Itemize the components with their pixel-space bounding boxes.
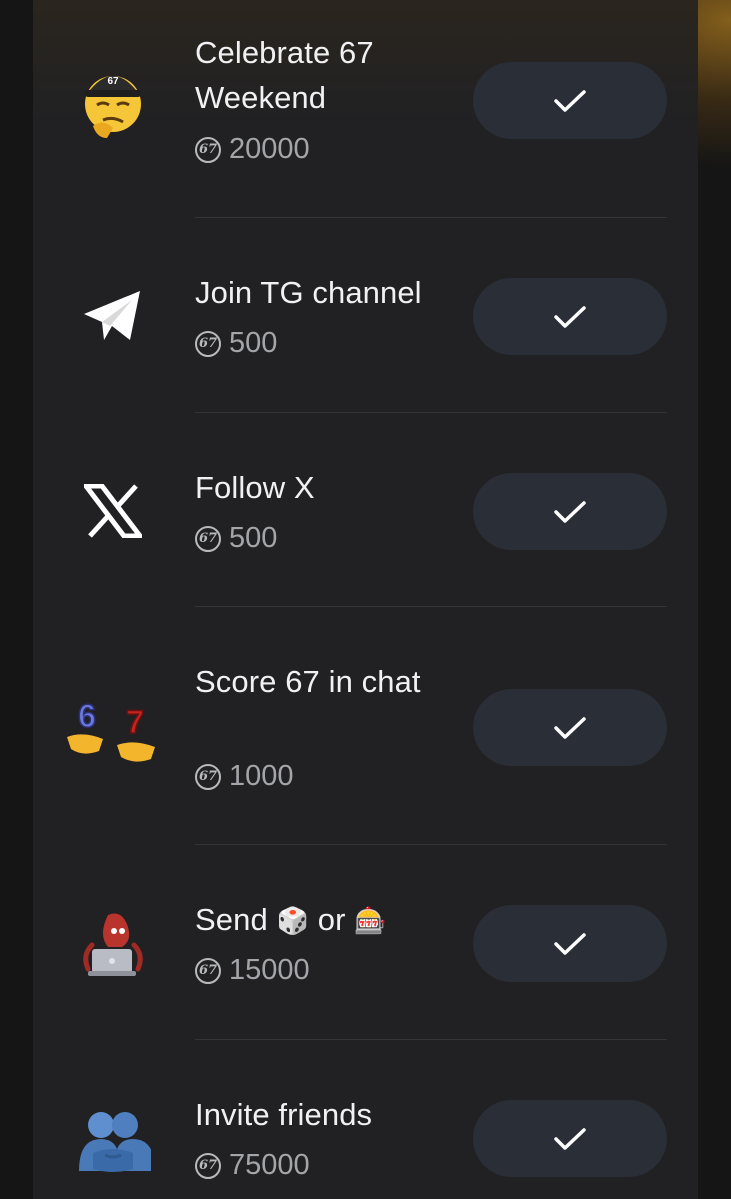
- check-icon: [554, 716, 586, 739]
- coin-icon: 67: [195, 330, 221, 357]
- reward-amount: 500: [229, 326, 278, 359]
- svg-text:6: 6: [78, 698, 96, 734]
- coin-icon: 67: [195, 525, 221, 552]
- title-text-or: or: [317, 902, 346, 937]
- tasks-panel: [33, 0, 698, 1199]
- divider: [195, 217, 667, 218]
- task-reward: 67 75000: [195, 1147, 310, 1183]
- task-reward: 67 500: [195, 325, 277, 361]
- task-title: Send 🎲 or 🎰: [195, 897, 465, 944]
- reward-amount: 500: [229, 521, 278, 554]
- tasks-screen: 67 Celebrate 67 Weekend 67 20000 Join TG…: [0, 0, 731, 1199]
- check-icon: [554, 1127, 586, 1150]
- slot-machine-icon: 🎰: [354, 906, 387, 937]
- check-icon: [554, 89, 586, 112]
- telegram-icon: [73, 276, 153, 356]
- reward-amount: 1000: [229, 759, 294, 792]
- coin-icon: 67: [195, 1152, 221, 1179]
- task-complete-button[interactable]: [473, 473, 667, 550]
- x-logo-icon: [73, 471, 153, 551]
- reward-amount: 20000: [229, 132, 310, 165]
- task-title: Join TG channel: [195, 275, 422, 310]
- title-text-send: Send: [195, 902, 268, 937]
- task-complete-button[interactable]: [473, 62, 667, 139]
- check-icon: [554, 932, 586, 955]
- friends-icon: [73, 1100, 153, 1180]
- task-reward: 67 500: [195, 520, 277, 556]
- reward-amount: 75000: [229, 1148, 310, 1181]
- task-complete-button[interactable]: [473, 1100, 667, 1177]
- check-icon: [554, 305, 586, 328]
- svg-text:67: 67: [107, 76, 119, 87]
- thinking-face-cap-icon: 67: [73, 60, 153, 140]
- divider: [195, 1039, 667, 1040]
- task-title: Score 67 in chat: [195, 664, 421, 699]
- squid-laptop-icon: [73, 904, 153, 984]
- coin-icon: 67: [195, 136, 221, 163]
- divider: [195, 606, 667, 607]
- task-title: Follow X: [195, 470, 315, 505]
- divider: [195, 844, 667, 845]
- task-complete-button[interactable]: [473, 278, 667, 355]
- task-title: Invite friends: [195, 1097, 373, 1132]
- six-seven-hands-icon: 6 7: [62, 690, 164, 770]
- dice-icon: 🎲: [276, 906, 310, 937]
- task-reward: 67 15000: [195, 952, 310, 988]
- check-icon: [554, 500, 586, 523]
- divider: [195, 412, 667, 413]
- task-title: Celebrate 67 Weekend: [195, 35, 374, 115]
- task-reward: 67 1000: [195, 758, 294, 794]
- task-reward: 67 20000: [195, 131, 310, 167]
- svg-text:7: 7: [126, 704, 144, 740]
- task-complete-button[interactable]: [473, 905, 667, 982]
- task-complete-button[interactable]: [473, 689, 667, 766]
- reward-amount: 15000: [229, 953, 310, 986]
- coin-icon: 67: [195, 957, 221, 984]
- coin-icon: 67: [195, 763, 221, 790]
